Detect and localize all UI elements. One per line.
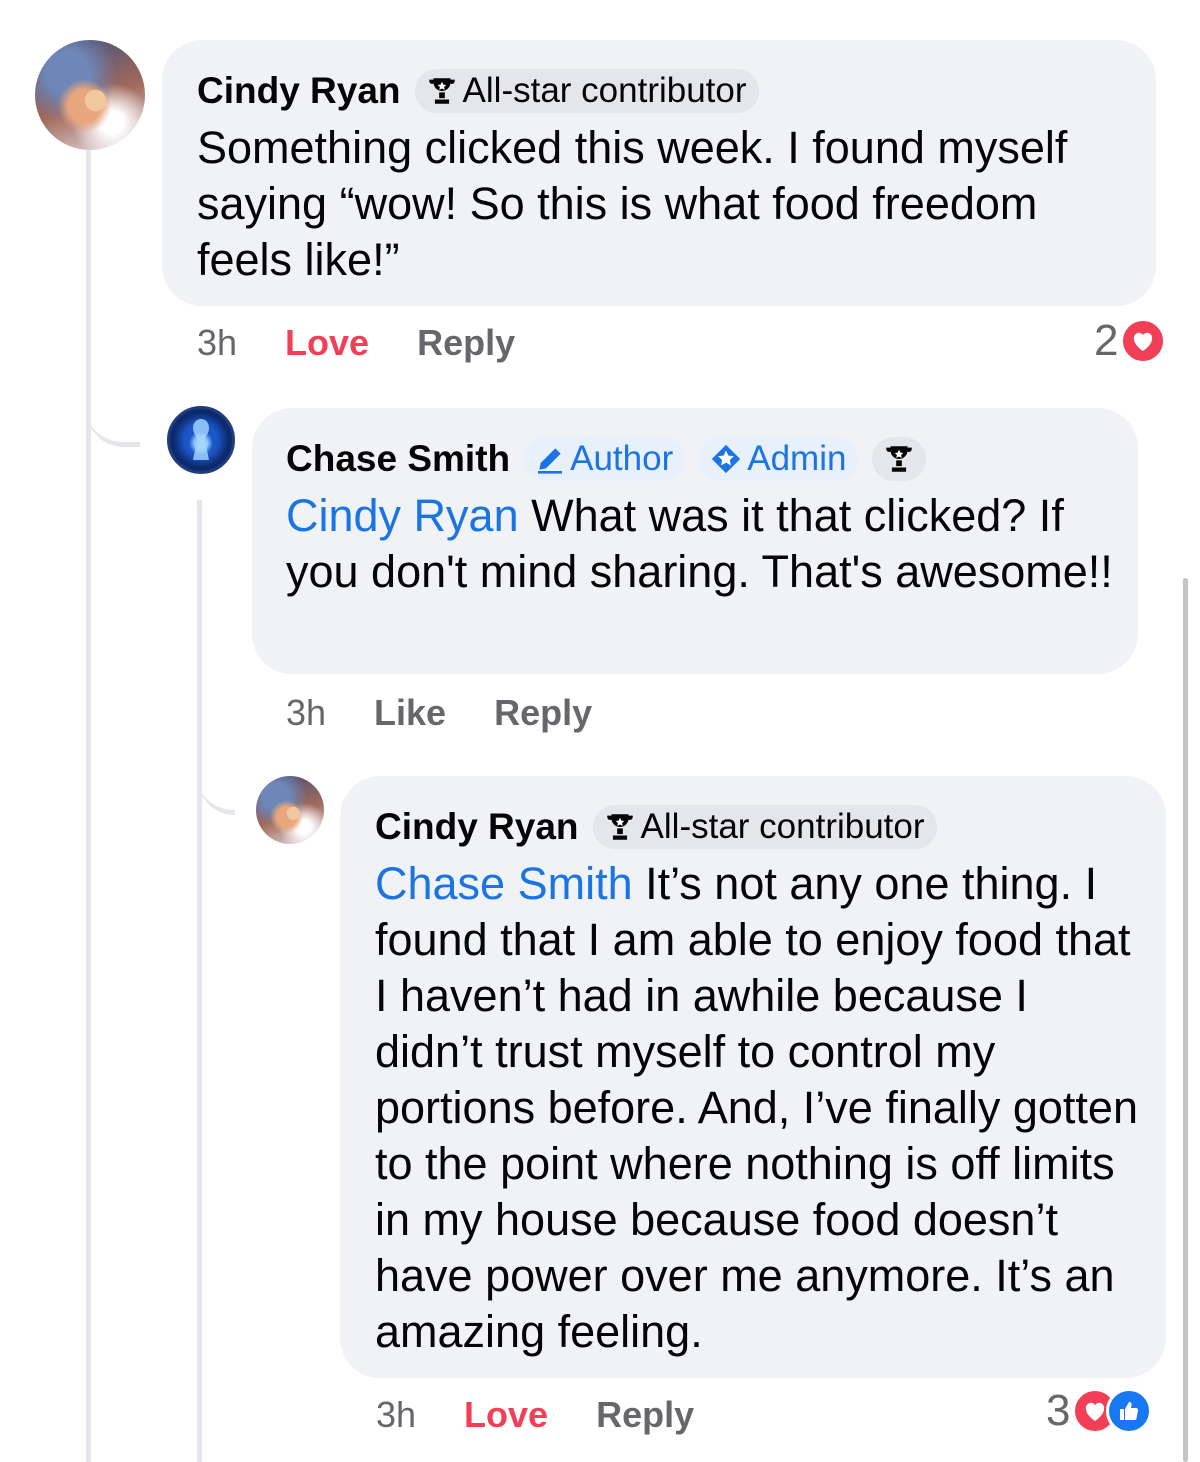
comment-header: Cindy Ryan All-star contributor <box>197 68 1126 114</box>
all-star-badge[interactable]: All-star contributor <box>592 805 937 849</box>
like-button[interactable]: Like <box>374 692 446 734</box>
thread-curve-2 <box>197 740 235 815</box>
thread-curve-1 <box>86 360 140 447</box>
comment-text: Cindy Ryan What was it that clicked? If … <box>286 488 1116 600</box>
comment-bubble-2: Chase Smith Author Admin Cindy Ryan What… <box>252 408 1138 674</box>
timestamp[interactable]: 3h <box>286 692 326 734</box>
all-star-badge[interactable]: All-star contributor <box>414 69 759 113</box>
reaction-summary-3[interactable]: 3 <box>1046 1386 1153 1436</box>
reaction-summary-1[interactable]: 2 <box>1094 316 1167 366</box>
author-badge[interactable]: Author <box>524 437 686 481</box>
comment-header: Cindy Ryan All-star contributor <box>375 804 1138 850</box>
trophy-badge[interactable] <box>872 437 927 481</box>
comment-text: Chase Smith It’s not any one thing. I fo… <box>375 856 1145 1360</box>
author-name[interactable]: Cindy Ryan <box>197 70 401 112</box>
pencil-icon <box>538 448 563 474</box>
trophy-icon <box>428 78 455 104</box>
reply-button[interactable]: Reply <box>417 322 515 364</box>
scrollbar[interactable] <box>1183 578 1188 1462</box>
reaction-count: 3 <box>1046 1386 1071 1435</box>
avatar-chase-smith[interactable] <box>167 406 235 474</box>
love-button[interactable]: Love <box>464 1394 548 1436</box>
comment-text: Something clicked this week. I found mys… <box>197 122 1068 285</box>
comment-bubble-1: Cindy Ryan All-star contributor Somethin… <box>162 40 1156 306</box>
comment-actions-3: 3h Love Reply <box>376 1394 694 1436</box>
avatar-cindy-ryan[interactable] <box>35 40 145 150</box>
admin-badge[interactable]: Admin <box>699 437 859 481</box>
reply-button[interactable]: Reply <box>494 692 592 734</box>
love-button[interactable]: Love <box>285 322 369 364</box>
thread-line-main <box>86 150 91 1462</box>
timestamp[interactable]: 3h <box>376 1394 416 1436</box>
mention-link[interactable]: Cindy Ryan <box>286 490 519 541</box>
heart-reaction-icon <box>1120 318 1167 364</box>
comment-header: Chase Smith Author Admin <box>286 436 1108 482</box>
reply-button[interactable]: Reply <box>596 1394 694 1436</box>
reaction-count: 2 <box>1094 316 1119 365</box>
badge-label: Admin <box>747 439 847 478</box>
comment-bubble-3: Cindy Ryan All-star contributor Chase Sm… <box>340 776 1166 1378</box>
trophy-icon <box>886 446 913 472</box>
badge-label: All-star contributor <box>640 807 925 846</box>
badge-label: Author <box>570 439 674 478</box>
comment-body: It’s not any one thing. I found that I a… <box>375 858 1138 1357</box>
trophy-icon <box>606 814 633 840</box>
comment-actions-2: 3h Like Reply <box>286 692 592 734</box>
admin-shield-icon <box>712 444 741 474</box>
author-name[interactable]: Chase Smith <box>286 438 510 480</box>
avatar-cindy-ryan[interactable] <box>256 776 324 844</box>
comment-actions-1: 3h Love Reply <box>197 322 515 364</box>
author-name[interactable]: Cindy Ryan <box>375 806 579 848</box>
thread-line-reply <box>197 500 202 1462</box>
like-reaction-icon <box>1106 1388 1153 1434</box>
avatar-figure <box>193 419 209 460</box>
mention-link[interactable]: Chase Smith <box>375 858 633 909</box>
timestamp[interactable]: 3h <box>197 322 237 364</box>
badge-label: All-star contributor <box>462 71 747 110</box>
